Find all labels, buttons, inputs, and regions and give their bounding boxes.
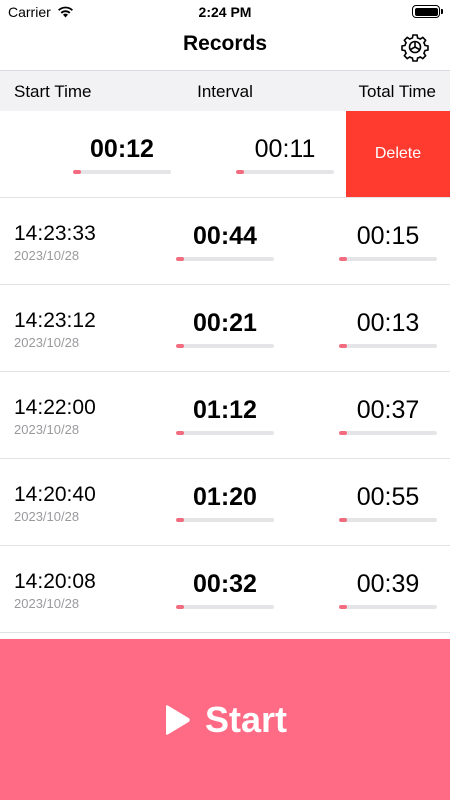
gear-icon[interactable] (400, 32, 430, 62)
start-clock: 14:23:33 (14, 222, 96, 245)
interval-value: 00:12 (90, 135, 154, 163)
table-row[interactable]: 14:20:40 2023/10/28 01:20 00:55 (0, 459, 450, 546)
start-time-cell: 14:23:33 2023/10/28 (14, 222, 96, 263)
start-button-label: Start (204, 698, 288, 740)
interval-progress-bar (176, 605, 274, 609)
interval-progress-fill (176, 518, 184, 522)
total-progress-bar (339, 431, 437, 435)
interval-progress-fill (176, 257, 184, 261)
start-date: 2023/10/28 (14, 422, 80, 437)
status-time: 2:24 PM (198, 4, 252, 20)
records-list[interactable]: 00:12 00:11 Delete 14:23:33 2023/10/28 0… (0, 111, 450, 633)
interval-cell: 01:20 (176, 483, 274, 522)
total-cell: 00:37 (339, 396, 437, 435)
total-value: 00:39 (356, 570, 420, 598)
status-bar: Carrier 2:24 PM (0, 0, 450, 26)
total-progress-fill (339, 257, 347, 261)
total-cell: 00:11 (236, 135, 334, 174)
play-icon (165, 704, 190, 735)
total-cell: 00:15 (339, 222, 437, 261)
start-button[interactable]: Start (0, 639, 450, 800)
interval-value: 00:21 (193, 309, 257, 337)
start-time-cell: 14:22:00 2023/10/28 (14, 396, 96, 437)
interval-value: 00:32 (193, 570, 257, 598)
start-time-cell: 14:20:40 2023/10/28 (14, 483, 96, 524)
interval-cell: 01:12 (176, 396, 274, 435)
table-row[interactable]: 14:20:08 2023/10/28 00:32 00:39 (0, 546, 450, 633)
total-progress-bar (236, 170, 334, 174)
interval-progress-bar (176, 257, 274, 261)
interval-progress-fill (176, 605, 184, 609)
start-date: 2023/10/28 (14, 509, 80, 524)
total-cell: 00:39 (339, 570, 437, 609)
table-row[interactable]: 14:22:00 2023/10/28 01:12 00:37 (0, 372, 450, 459)
table-row[interactable]: 14:23:12 2023/10/28 00:21 00:13 (0, 285, 450, 372)
battery-icon (412, 5, 443, 18)
total-cell: 00:13 (339, 309, 437, 348)
start-date: 2023/10/28 (14, 248, 80, 263)
total-progress-bar (339, 605, 437, 609)
total-value: 00:55 (356, 483, 420, 511)
total-value: 00:13 (356, 309, 420, 337)
total-progress-fill (236, 170, 244, 174)
total-value: 00:37 (356, 396, 420, 424)
start-clock: 14:20:40 (14, 483, 96, 506)
column-header: Start Time Interval Total Time (0, 70, 450, 111)
header-total-time: Total Time (358, 82, 436, 101)
interval-cell: 00:21 (176, 309, 274, 348)
interval-value: 01:20 (193, 483, 257, 511)
total-progress-bar (339, 518, 437, 522)
interval-cell: 00:44 (176, 222, 274, 261)
interval-progress-bar (176, 518, 274, 522)
page-title: Records (182, 32, 268, 55)
interval-progress-fill (73, 170, 81, 174)
interval-value: 00:44 (193, 222, 257, 250)
total-progress-fill (339, 605, 347, 609)
start-time-cell: 14:20:08 2023/10/28 (14, 570, 96, 611)
records-screen: Carrier 2:24 PM Records Start Time Inter… (0, 0, 450, 800)
total-progress-fill (339, 344, 347, 348)
total-value: 00:11 (254, 135, 316, 163)
total-value: 00:15 (356, 222, 420, 250)
total-progress-fill (339, 518, 347, 522)
interval-progress-bar (176, 344, 274, 348)
interval-progress-bar (176, 431, 274, 435)
interval-progress-fill (176, 344, 184, 348)
start-clock: 14:22:00 (14, 396, 96, 419)
start-date: 2023/10/28 (14, 335, 80, 350)
start-date: 2023/10/28 (14, 596, 80, 611)
interval-progress-bar (73, 170, 171, 174)
interval-cell: 00:12 (73, 135, 171, 174)
navigation-bar: Records (0, 26, 450, 70)
table-row[interactable]: 14:23:33 2023/10/28 00:44 00:15 (0, 198, 450, 285)
start-clock: 14:23:12 (14, 309, 96, 332)
interval-value: 01:12 (193, 396, 257, 424)
interval-cell: 00:32 (176, 570, 274, 609)
total-progress-bar (339, 257, 437, 261)
total-progress-fill (339, 431, 347, 435)
start-time-cell: 14:23:12 2023/10/28 (14, 309, 96, 350)
total-progress-bar (339, 344, 437, 348)
interval-progress-fill (176, 431, 184, 435)
delete-button[interactable]: Delete (346, 111, 450, 197)
start-clock: 14:20:08 (14, 570, 96, 593)
table-row-swiped[interactable]: 00:12 00:11 Delete (0, 111, 450, 198)
total-cell: 00:55 (339, 483, 437, 522)
